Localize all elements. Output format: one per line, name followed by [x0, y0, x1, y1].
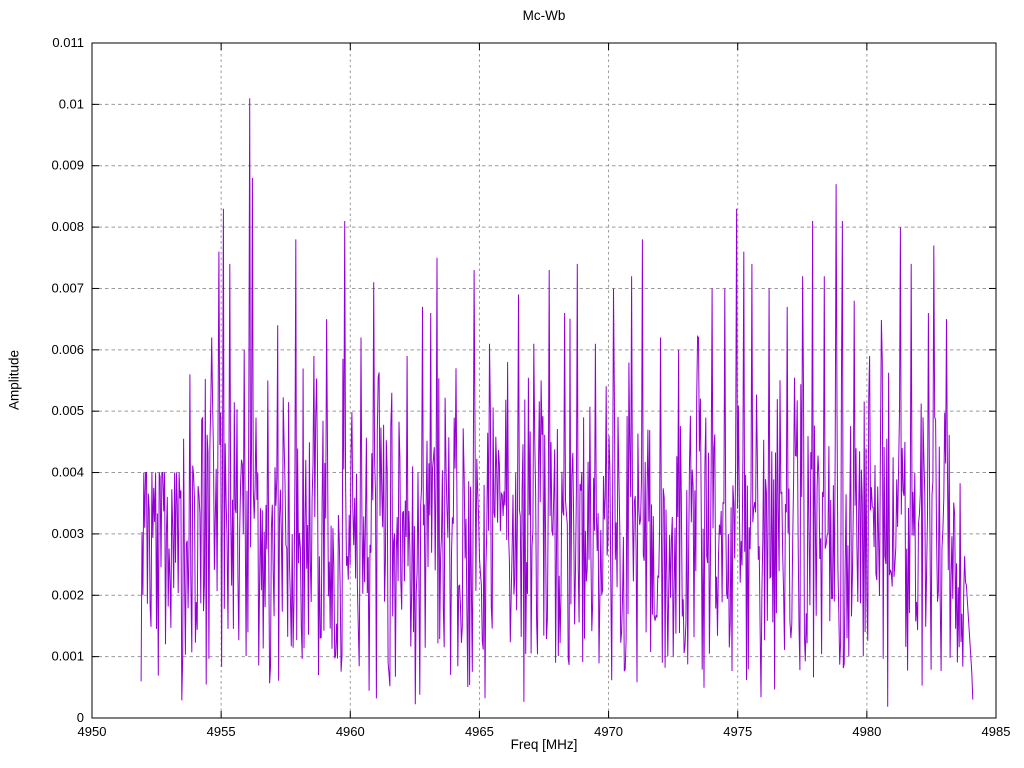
- y-tick-label: 0.007: [51, 280, 84, 295]
- x-tick-label: 4965: [465, 724, 494, 739]
- x-tick-label: 4955: [207, 724, 236, 739]
- x-tick-label: 4985: [982, 724, 1011, 739]
- y-tick-label: 0.011: [52, 35, 84, 50]
- signal-trace: [140, 98, 974, 707]
- y-tick-label: 0: [77, 710, 84, 725]
- x-tick-label: 4960: [336, 724, 365, 739]
- y-tick-label: 0.002: [51, 587, 84, 602]
- y-tick-label: 0.004: [51, 465, 84, 480]
- x-tick-label: 4980: [852, 724, 881, 739]
- y-tick-label: 0.001: [51, 649, 84, 664]
- plot-area: 4950 4955 4960 4965 4970 4975 4980 4985 00.0010…: [51, 35, 1011, 739]
- x-tick-label: 4950: [78, 724, 107, 739]
- y-tick-label: 0.008: [51, 219, 84, 234]
- y-tick-label: 0.01: [59, 96, 84, 111]
- y-tick-labels: 0 0.001 0.002 0.003 0.004 0.005 0.006 0.007 0.00…: [51, 35, 84, 725]
- y-tick-label: 0.009: [51, 158, 84, 173]
- x-tick-label: 4975: [723, 724, 752, 739]
- y-tick-label: 0.005: [51, 403, 84, 418]
- spectrum-chart: Mc-Wb Amplitude Freq [MHz] 4950 4955 4960 4…: [0, 0, 1024, 768]
- x-tick-labels: 4950 4955 4960 4965 4970 4975 4980 4985: [78, 724, 1011, 739]
- y-tick-label: 0.006: [51, 342, 84, 357]
- signal-polyline: [140, 98, 974, 707]
- y-tick-label: 0.003: [51, 526, 84, 541]
- x-tick-label: 4970: [594, 724, 623, 739]
